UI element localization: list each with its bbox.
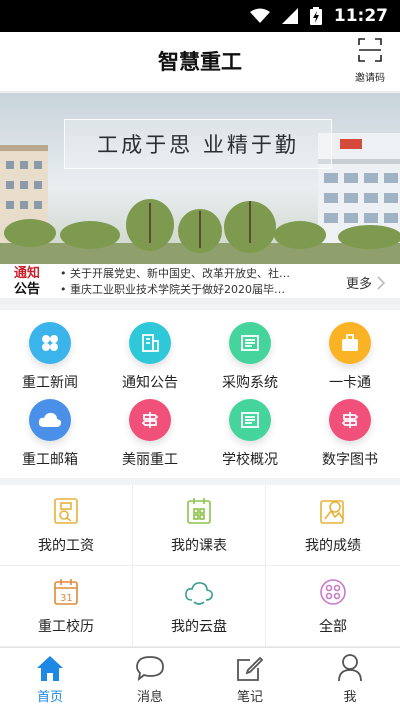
bottom-tab-bar: 首页 消息 笔记 我 (0, 647, 400, 711)
cloud-mail-icon (29, 399, 71, 441)
status-bar: 11:27 (0, 0, 400, 32)
more-label: 更多 (345, 277, 372, 292)
quick-item-library[interactable]: 数字图书 (300, 399, 400, 469)
tab-label: 我 (343, 690, 357, 705)
tab-notes[interactable]: 笔记 (200, 648, 300, 711)
schedule-icon (187, 498, 211, 524)
notice-tag: 通知 公告 (14, 266, 50, 298)
quick-item-label: 一卡通 (329, 375, 371, 391)
calendar-icon: 31 (54, 579, 78, 605)
slogan-frame: 工成于思 业精于勤 (64, 119, 332, 169)
quick-item-label: 学校概况 (222, 452, 278, 468)
all-icon (320, 579, 346, 605)
notice-tag-line1: 通知 (14, 266, 41, 281)
library-icon (329, 399, 371, 441)
tab-label: 消息 (136, 690, 163, 705)
overview-icon (229, 399, 271, 441)
clock: 11:27 (333, 6, 388, 26)
invite-code-button[interactable]: 邀请码 (350, 38, 390, 86)
news-icon (29, 322, 71, 364)
notice-item[interactable]: • 重庆工业职业技术学院关于做好2020届毕… (60, 282, 322, 298)
quick-item-label: 重工新闻 (22, 375, 78, 391)
message-icon (136, 656, 164, 682)
tab-home[interactable]: 首页 (0, 648, 100, 711)
tab-label: 首页 (36, 690, 63, 705)
service-calendar[interactable]: 31 重工校历 (0, 566, 133, 647)
quick-item-label: 美丽重工 (122, 452, 178, 468)
profile-icon (338, 654, 362, 682)
quick-item-label: 重工邮箱 (22, 452, 78, 468)
quick-item-overview[interactable]: 学校概况 (200, 399, 300, 469)
service-grades[interactable]: 我的成绩 (266, 485, 400, 566)
campus-banner[interactable]: 工成于思 业精于勤 (0, 93, 400, 264)
service-label: 我的课表 (171, 538, 227, 554)
card-icon (329, 322, 371, 364)
service-label: 全部 (319, 619, 347, 635)
tab-messages[interactable]: 消息 (100, 648, 200, 711)
service-label: 我的云盘 (171, 619, 227, 635)
quick-item-purchase[interactable]: 采购系统 (200, 322, 300, 392)
quick-item-card[interactable]: 一卡通 (300, 322, 400, 392)
notice-bar: 通知 公告 • 关于开展党史、新中国史、改革开放史、社… • 重庆工业职业技术学… (0, 264, 400, 304)
quick-item-notice[interactable]: 通知公告 (100, 322, 200, 392)
service-label: 我的工资 (38, 538, 94, 554)
service-schedule[interactable]: 我的课表 (133, 485, 266, 566)
chevron-right-icon (377, 275, 386, 290)
service-all[interactable]: 全部 (266, 566, 400, 647)
home-icon (37, 656, 63, 681)
banner-slogan: 工成于思 业精于勤 (97, 133, 299, 157)
page-title: 智慧重工 (158, 50, 242, 74)
quick-item-beautiful[interactable]: 美丽重工 (100, 399, 200, 469)
quick-item-label: 采购系统 (222, 375, 278, 391)
quick-item-label: 通知公告 (122, 375, 178, 391)
cloud-disk-icon (185, 582, 213, 605)
signpost-icon (129, 399, 171, 441)
notice-item[interactable]: • 关于开展党史、新中国史、改革开放史、社… (60, 266, 322, 282)
tab-profile[interactable]: 我 (300, 648, 400, 711)
service-salary[interactable]: 我的工资 (0, 485, 133, 566)
quick-access-grid: 重工新闻 通知公告 采购系统 一卡通 重工邮箱 美丽重工 学校概况 数字图书 (0, 310, 400, 478)
wifi-icon (249, 8, 270, 23)
svg-text:31: 31 (60, 593, 73, 604)
service-cloud-disk[interactable]: 我的云盘 (133, 566, 266, 647)
quick-item-label: 数字图书 (322, 452, 378, 468)
quick-item-mail[interactable]: 重工邮箱 (0, 399, 100, 469)
invite-code-label: 邀请码 (355, 73, 385, 84)
notice-icon (129, 322, 171, 364)
purchase-icon (229, 322, 271, 364)
salary-icon (54, 498, 78, 524)
tab-label: 笔记 (236, 690, 263, 705)
app-header: 智慧重工 邀请码 (0, 32, 400, 92)
scan-icon (358, 38, 382, 62)
grades-icon (320, 500, 344, 524)
service-grid: 我的工资 我的课表 我的成绩 31 重工校历 我的云盘 全部 (0, 485, 400, 647)
more-notices-button[interactable]: 更多 (346, 273, 386, 292)
battery-icon (309, 7, 322, 25)
quick-item-news[interactable]: 重工新闻 (0, 322, 100, 392)
notice-tag-line2: 公告 (14, 282, 41, 297)
note-icon (237, 656, 264, 681)
service-label: 重工校历 (38, 619, 94, 635)
signal-icon (281, 8, 298, 24)
service-label: 我的成绩 (305, 538, 361, 554)
